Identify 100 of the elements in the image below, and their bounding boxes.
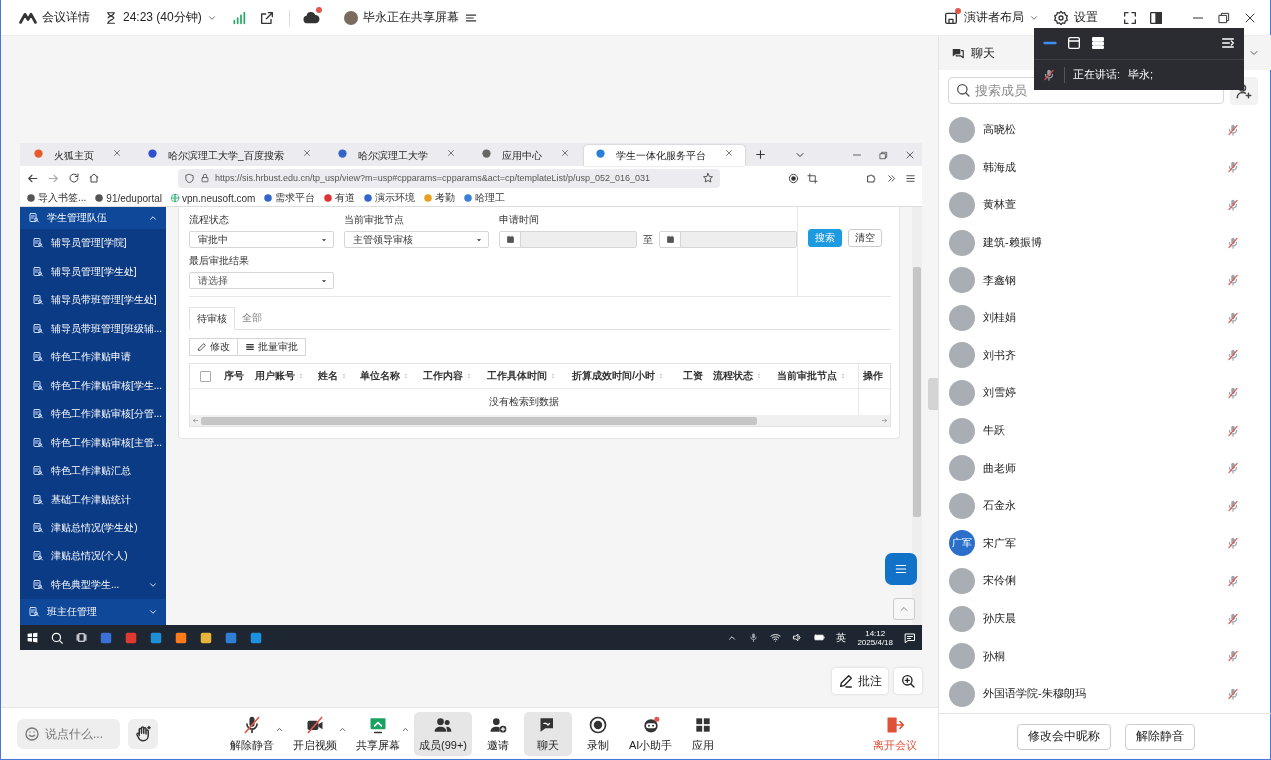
clear-button[interactable]: 清空 xyxy=(848,228,882,247)
toolbar-button[interactable]: 开启视频 xyxy=(288,711,342,756)
sidebar-item[interactable]: 特色工作津贴审核[学生... xyxy=(20,371,166,400)
star-icon[interactable] xyxy=(702,172,714,184)
notification-icon[interactable] xyxy=(904,631,916,644)
bookmark[interactable]: 考勤 xyxy=(423,191,456,205)
mic-off-icon[interactable] xyxy=(1226,122,1240,137)
mic-off-icon[interactable] xyxy=(1226,273,1240,288)
collapse-handle[interactable] xyxy=(928,378,938,410)
bookmark[interactable]: 演示环境 xyxy=(363,191,416,205)
mic-off-icon[interactable] xyxy=(1226,160,1240,175)
app-icon[interactable] xyxy=(249,630,263,645)
crop-icon[interactable] xyxy=(807,172,818,184)
sidebar-item[interactable]: 学生管理队伍 xyxy=(20,207,166,229)
date-field[interactable] xyxy=(499,231,637,248)
app-icon[interactable] xyxy=(224,630,238,645)
sidebar-item[interactable]: 津贴总情况(个人) xyxy=(20,542,166,571)
new-tab-icon[interactable] xyxy=(753,148,767,161)
zoom-in-button[interactable] xyxy=(894,668,922,694)
browser-tab[interactable]: 火狐主页 xyxy=(22,145,133,166)
home-icon[interactable] xyxy=(88,172,100,184)
settings-button[interactable]: 设置 xyxy=(1074,9,1098,26)
task-view-icon[interactable] xyxy=(75,631,88,644)
sidebar-item[interactable]: 特色典型学生... xyxy=(20,570,166,600)
rename-button[interactable]: 修改会中昵称 xyxy=(1016,723,1111,750)
sidebar-item[interactable]: 班主任管理 xyxy=(20,599,166,626)
menu-icon[interactable] xyxy=(905,172,916,184)
bookmark[interactable]: 91/eduportal xyxy=(94,192,162,204)
chat-input[interactable]: 说点什么... xyxy=(17,718,120,749)
menu-button[interactable] xyxy=(885,553,917,585)
sidebar-item[interactable]: 辅导员带班管理[学生处] xyxy=(20,285,166,315)
mic-off-icon[interactable] xyxy=(1226,310,1240,325)
side-panel-icon[interactable] xyxy=(1148,9,1164,26)
toolbar-button[interactable]: 邀请 xyxy=(474,711,522,756)
mic-off-icon[interactable] xyxy=(1226,198,1240,212)
bookmark[interactable]: 导入书签... xyxy=(26,191,87,205)
bookmark[interactable]: vpn.neusoft.com xyxy=(169,192,256,204)
bookmark[interactable]: 有道 xyxy=(323,191,356,205)
sidebar-item[interactable]: 特色工作津贴申请 xyxy=(20,342,166,372)
batch-approve-button[interactable]: 批量审批 xyxy=(238,338,306,356)
sidebar-item[interactable]: 特色工作津贴汇总 xyxy=(20,456,166,486)
scroll-right-icon[interactable] xyxy=(881,417,888,424)
toolbar-button[interactable]: 聊天 xyxy=(524,711,572,756)
start-icon[interactable] xyxy=(26,631,39,644)
fullscreen-icon[interactable] xyxy=(1122,9,1138,26)
app-icon[interactable] xyxy=(174,630,188,645)
toolbar-button[interactable]: 录制 xyxy=(574,711,622,756)
leave-button[interactable]: 离开会议 xyxy=(868,711,922,756)
browser-tab[interactable]: 学生一体化服务平台 xyxy=(583,145,745,166)
sidebar-item[interactable]: 辅导员管理[学院] xyxy=(20,228,166,258)
mic-off-icon[interactable] xyxy=(1226,423,1240,438)
sidebar-item[interactable]: 辅导员管理[学生处] xyxy=(20,257,166,286)
mic-off-icon[interactable] xyxy=(1226,611,1240,626)
bookmark[interactable]: 哈理工 xyxy=(463,191,506,205)
sidebar-item[interactable]: 特色工作津贴审核[分管... xyxy=(20,399,166,429)
chevrons-icon[interactable] xyxy=(886,172,897,184)
meeting-info-link[interactable]: 会议详情 xyxy=(42,9,90,26)
record-icon[interactable] xyxy=(788,172,799,184)
panel-title[interactable]: 聊天 xyxy=(971,44,995,62)
browser-tab[interactable]: 哈尔滨理工大学 xyxy=(325,145,467,166)
mic-off-icon[interactable] xyxy=(1226,235,1240,250)
vertical-scrollbar[interactable] xyxy=(912,207,922,625)
mic-off-icon[interactable] xyxy=(1226,649,1240,664)
tab[interactable]: 全部 xyxy=(235,307,269,329)
puzzle-icon[interactable] xyxy=(866,172,878,184)
address-bar[interactable]: https://sis.hrbust.edu.cn/tp_usp/view?m=usp#cpparams=cpparams&act=cp/templateList/p/usp_052_016_031 xyxy=(178,168,720,188)
browser-tab[interactable]: 应用中心 xyxy=(469,145,581,166)
sidebar-item[interactable]: 特色工作津贴审核[主管... xyxy=(20,428,166,457)
stack-icon[interactable] xyxy=(1090,35,1106,52)
scroll-left-icon[interactable] xyxy=(192,417,199,424)
unmute-button[interactable]: 解除静音 xyxy=(1124,723,1195,750)
layout-menu[interactable]: 演讲者布局 xyxy=(964,9,1024,26)
toolbar-button[interactable]: 应用 xyxy=(679,711,728,756)
restore-icon[interactable] xyxy=(878,150,889,161)
date-field[interactable] xyxy=(659,231,797,248)
checkbox[interactable] xyxy=(199,370,211,382)
app-icon[interactable] xyxy=(199,630,213,645)
mic-off-icon[interactable] xyxy=(1226,348,1240,363)
annotate-button[interactable]: 批注 xyxy=(832,668,888,694)
share-out-icon[interactable] xyxy=(258,9,275,26)
sidebar-item[interactable]: 辅导员带班管理[班级辅... xyxy=(20,314,166,343)
search-icon[interactable] xyxy=(50,630,64,645)
toolbar-button[interactable]: AI小助手 xyxy=(624,711,678,756)
toolbar-button[interactable]: 共享屏幕 xyxy=(351,711,405,756)
reload-icon[interactable] xyxy=(68,172,80,184)
toolbar-button[interactable]: 解除静音 xyxy=(225,711,279,756)
sidebar-item[interactable]: 津贴总情况(学生处) xyxy=(20,513,166,543)
clock[interactable]: 14:12 2025/4/18 xyxy=(857,628,893,647)
bookmark[interactable]: 需求平台 xyxy=(263,191,316,205)
mic-off-icon[interactable] xyxy=(1226,536,1240,551)
tab[interactable]: 待审核 xyxy=(189,307,235,330)
app-icon[interactable] xyxy=(149,630,163,645)
toolbar-button[interactable]: 成员(99+) xyxy=(414,711,472,756)
app-icon[interactable] xyxy=(99,630,113,645)
mic-off-icon[interactable] xyxy=(1226,686,1240,701)
edit-button[interactable]: 修改 xyxy=(189,338,238,356)
select-field[interactable]: 审批中 xyxy=(189,231,334,248)
mic-off-icon[interactable] xyxy=(1226,573,1240,588)
mic-off-icon[interactable] xyxy=(1226,385,1240,400)
raise-hand-button[interactable] xyxy=(128,718,158,749)
